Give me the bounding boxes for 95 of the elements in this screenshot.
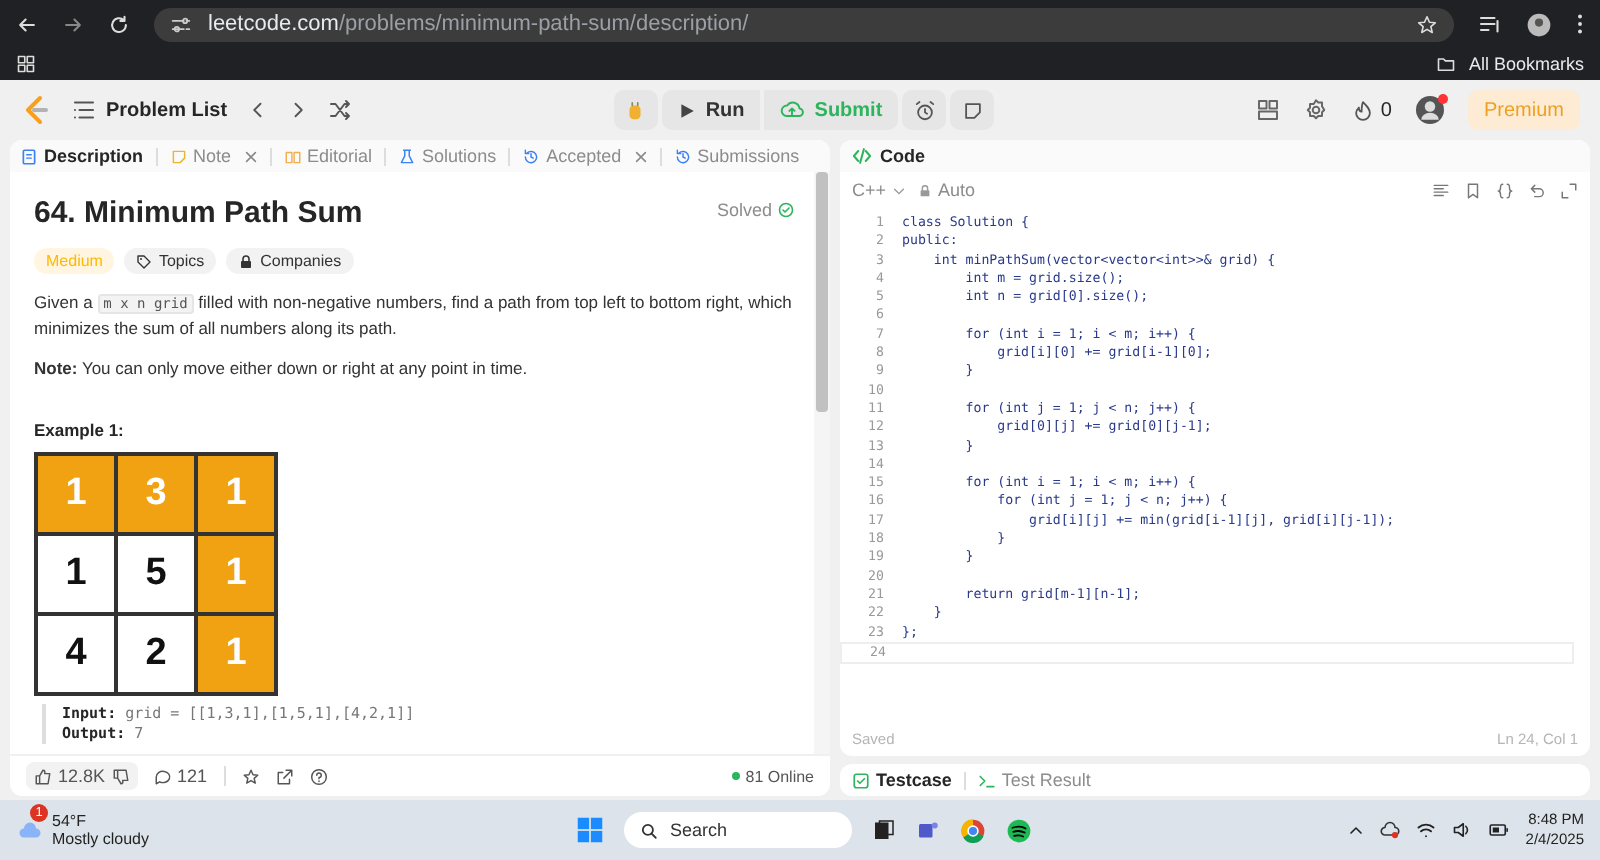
temperature: 54°F: [52, 812, 88, 830]
grid-cell: 1: [196, 534, 276, 614]
note-icon: [169, 147, 188, 165]
code-icon: [852, 146, 872, 166]
profile-avatar-icon[interactable]: [1526, 11, 1552, 37]
problem-tab[interactable]: Description: [20, 146, 144, 166]
checkbox-icon: [852, 771, 870, 789]
difficulty-badge: Medium: [34, 248, 115, 274]
alarm-clock-icon: [913, 99, 936, 121]
format-icon[interactable]: [1432, 181, 1450, 199]
flask-icon: [398, 147, 417, 165]
comment-count[interactable]: 121: [177, 766, 208, 786]
notes-button[interactable]: [950, 90, 995, 130]
media-icon[interactable]: [1478, 12, 1502, 36]
language-selector[interactable]: C++: [852, 180, 907, 200]
share-icon[interactable]: [275, 767, 294, 785]
history-icon: [522, 147, 541, 165]
tag-button[interactable]: Topics: [124, 248, 217, 274]
expand-icon[interactable]: [1560, 181, 1578, 199]
address-bar[interactable]: leetcode.com/problems/minimum-path-sum/description/: [154, 7, 1454, 41]
tag-icon: [136, 253, 153, 269]
user-avatar-icon[interactable]: [1415, 96, 1444, 124]
tag-button[interactable]: Companies: [226, 248, 354, 274]
grid-cell: 1: [36, 534, 116, 614]
like-button[interactable]: 12.8K: [26, 762, 138, 790]
braces-icon[interactable]: [1496, 181, 1514, 199]
chrome-icon[interactable]: [960, 817, 986, 843]
grid-cell: 2: [116, 614, 196, 694]
solved-status: Solved: [716, 199, 772, 219]
history-icon: [673, 147, 692, 165]
run-button[interactable]: Run: [661, 90, 761, 130]
folder-icon: [1436, 54, 1457, 74]
grid-cell: 5: [116, 534, 196, 614]
problem-title: 64. Minimum Path Sum: [34, 196, 363, 230]
auto-mode-label: Auto: [938, 180, 976, 200]
forward-arrow-icon[interactable]: [62, 13, 84, 35]
star-icon[interactable]: [241, 767, 260, 785]
bug-icon: [624, 99, 647, 121]
play-icon: [677, 101, 696, 119]
bookmark-icon[interactable]: [1464, 181, 1482, 199]
book-icon: [283, 147, 302, 165]
undo-icon[interactable]: [1528, 181, 1546, 199]
problem-note: Note: You can only move either down or right at any point in time.: [34, 356, 530, 380]
grid-cell: 1: [196, 454, 276, 534]
site-settings-icon: [170, 13, 192, 35]
problem-list-link[interactable]: Problem List: [106, 99, 228, 121]
help-icon[interactable]: [309, 767, 328, 785]
layout-icon[interactable]: [1256, 98, 1281, 122]
battery-icon[interactable]: [1487, 820, 1510, 840]
volume-icon[interactable]: [1451, 820, 1472, 840]
example-title: Example 1:: [34, 420, 126, 440]
weather-cloud-icon: [16, 818, 44, 842]
cloud-sync-icon[interactable]: [1379, 820, 1400, 840]
scrollbar-thumb[interactable]: [816, 172, 828, 412]
online-status-dot: [731, 772, 740, 780]
task-view-icon[interactable]: [872, 818, 896, 842]
grid-cell: 1: [36, 454, 116, 534]
reload-icon[interactable]: [108, 13, 130, 35]
taskbar-search[interactable]: Search: [624, 812, 852, 848]
timer-button[interactable]: [902, 90, 947, 130]
grid-cell: 3: [116, 454, 196, 534]
lock-icon: [238, 253, 255, 269]
flame-icon: [1352, 99, 1375, 121]
chevron-down-icon: [892, 183, 907, 197]
code-panel-title: Code: [880, 146, 925, 166]
close-icon[interactable]: [243, 149, 258, 163]
start-menu-icon[interactable]: [576, 816, 604, 844]
apps-grid-icon[interactable]: [16, 54, 36, 74]
notification-dot: [1437, 94, 1448, 104]
terminal-icon: [977, 771, 996, 789]
online-count: 81 Online: [745, 767, 814, 785]
grid-cell: 4: [36, 614, 116, 694]
document-icon: [20, 147, 38, 165]
spotify-icon[interactable]: [1006, 817, 1032, 843]
close-icon[interactable]: [633, 149, 648, 163]
shuffle-icon[interactable]: [327, 98, 352, 122]
back-arrow-icon[interactable]: [16, 13, 38, 35]
list-icon: [72, 98, 96, 122]
check-circle-icon: [778, 201, 794, 217]
cloud-upload-icon: [780, 98, 805, 122]
grid-cell: 1: [196, 614, 276, 694]
console-tab[interactable]: Testcase: [852, 770, 952, 790]
bookmarks-link[interactable]: All Bookmarks: [1468, 54, 1584, 74]
settings-icon[interactable]: [1304, 98, 1329, 122]
note-icon: [961, 99, 984, 121]
comment-icon[interactable]: [153, 767, 172, 785]
lock-icon: [918, 183, 933, 197]
weather-condition: Mostly cloudy: [52, 830, 149, 848]
more-options-icon[interactable]: [1576, 12, 1584, 36]
search-icon: [640, 821, 658, 839]
wifi-icon[interactable]: [1415, 820, 1436, 840]
thumbs-up-icon: [34, 767, 52, 785]
thumbs-down-icon: [111, 767, 130, 785]
streak-count: 0: [1380, 99, 1392, 121]
chevron-up-icon[interactable]: [1347, 822, 1364, 838]
